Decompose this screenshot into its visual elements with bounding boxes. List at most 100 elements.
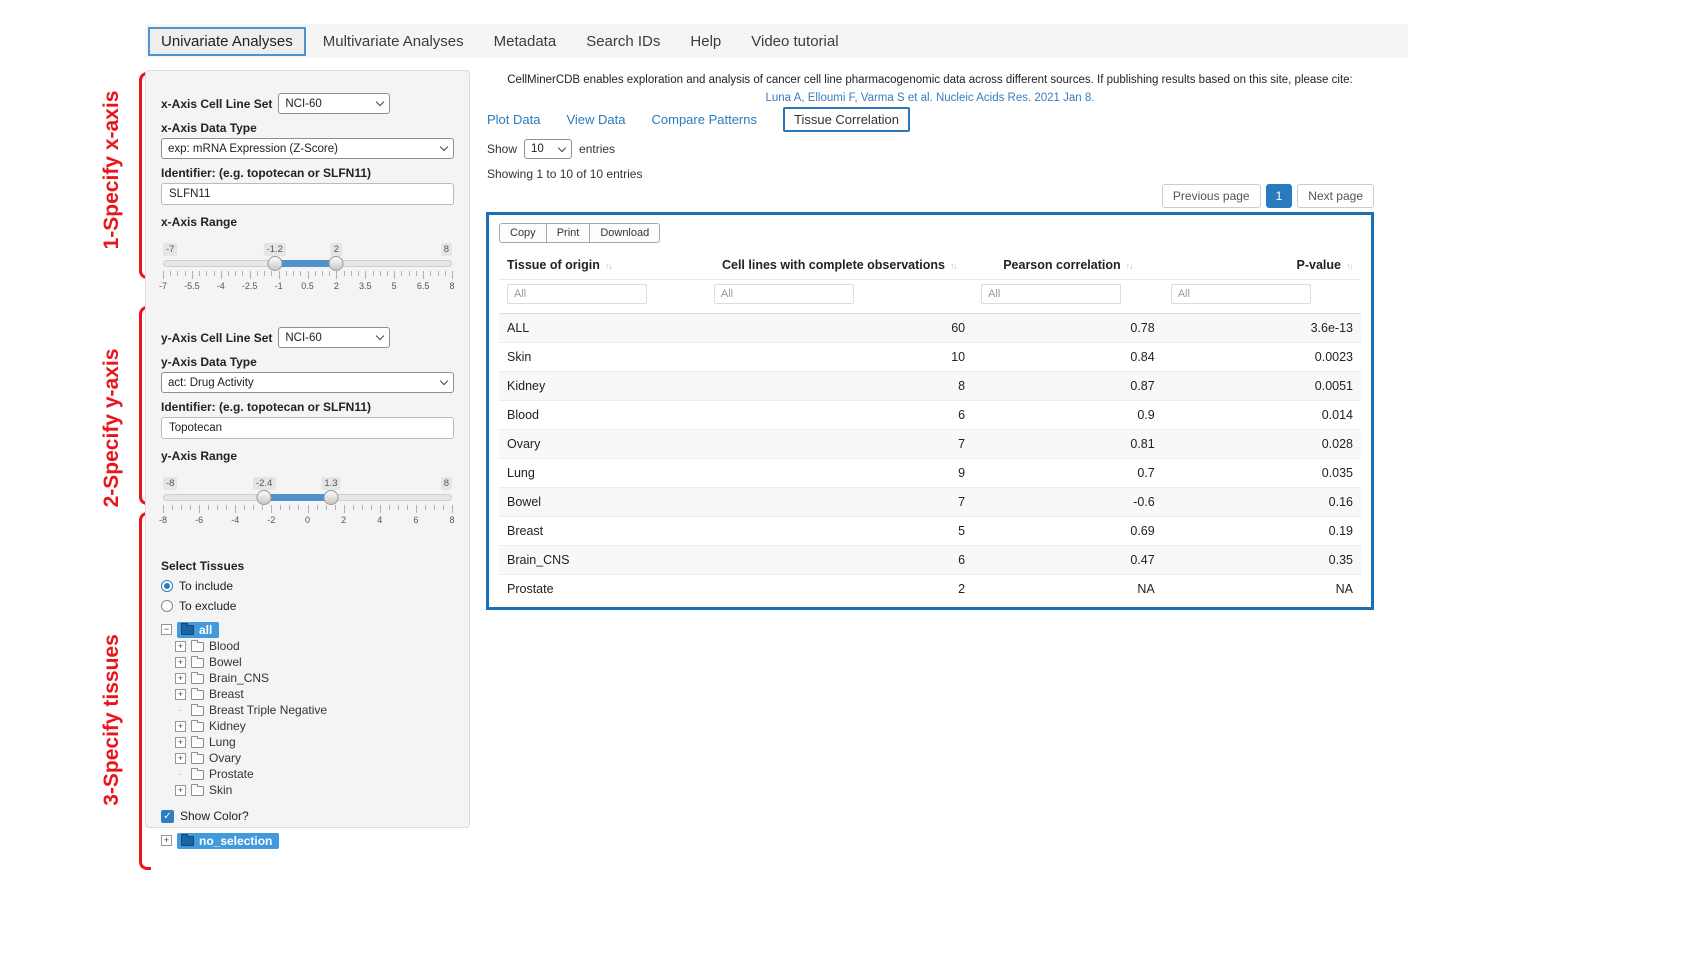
copy-button[interactable]: Copy <box>499 223 547 243</box>
x-axis-range-slider[interactable]: -7 8 -1.2 2 -7-5.5-4-2.5-10.523.556.58 <box>163 255 452 307</box>
slider-tick <box>206 271 207 276</box>
nav-item-help[interactable]: Help <box>677 27 734 56</box>
page-length-select[interactable]: 10 <box>524 139 572 159</box>
tree-item-lung[interactable]: +Lung <box>161 734 454 750</box>
tree-item-brain-cns[interactable]: +Brain_CNS <box>161 670 454 686</box>
slider-tick-label: -4 <box>217 281 225 291</box>
tab-tissue-correlation[interactable]: Tissue Correlation <box>783 107 910 132</box>
folder-icon <box>191 690 204 700</box>
y-data-type-select[interactable]: act: Drug Activity <box>161 372 454 393</box>
expand-icon[interactable]: + <box>175 689 186 700</box>
print-button[interactable]: Print <box>546 223 591 243</box>
slider-tick <box>371 505 372 510</box>
slider-tick <box>315 271 316 276</box>
expand-icon[interactable]: + <box>175 737 186 748</box>
nav-item-video-tutorial[interactable]: Video tutorial <box>738 27 851 56</box>
filter-input-p-value[interactable] <box>1171 284 1311 304</box>
slider-tick <box>344 271 345 276</box>
expand-icon[interactable]: + <box>175 753 186 764</box>
cell-pearson: 0.81 <box>973 430 1163 459</box>
column-header-label: P-value <box>1297 258 1341 272</box>
nav-item-multivariate-analyses[interactable]: Multivariate Analyses <box>310 27 477 56</box>
table-row-lung[interactable]: Lung90.70.035 <box>499 459 1361 488</box>
radio-to-exclude[interactable]: To exclude <box>161 599 454 613</box>
citation-link[interactable]: Luna A, Elloumi F, Varma S et al. Nuclei… <box>486 90 1374 108</box>
column-header-pearson-correlation[interactable]: Pearson correlation↑↓ <box>973 251 1163 280</box>
table-row-ovary[interactable]: Ovary70.810.028 <box>499 430 1361 459</box>
table-row-breast[interactable]: Breast50.690.19 <box>499 517 1361 546</box>
expand-icon[interactable]: + <box>175 673 186 684</box>
download-button[interactable]: Download <box>589 223 660 243</box>
show-color-checkbox[interactable]: ✓ <box>161 810 174 823</box>
slider-tick <box>214 271 215 276</box>
expand-icon[interactable]: + <box>161 835 172 846</box>
y-range-label: y-Axis Range <box>161 449 454 463</box>
cell-cell-lines: 7 <box>706 430 973 459</box>
radio-to-include[interactable]: To include <box>161 579 454 593</box>
slider-selected-range[interactable] <box>264 494 331 501</box>
collapse-icon[interactable]: − <box>161 624 172 635</box>
cell-tissue: Kidney <box>499 372 706 401</box>
cell-cell-lines: 9 <box>706 459 973 488</box>
tab-compare-patterns[interactable]: Compare Patterns <box>652 112 758 127</box>
y-axis-range-slider[interactable]: -8 8 -2.4 1.3 -8-6-4-202468 <box>163 489 452 541</box>
tree-root-all[interactable]: − all <box>161 621 454 638</box>
tab-view-data[interactable]: View Data <box>566 112 625 127</box>
column-header-p-value[interactable]: P-value↑↓ <box>1163 251 1361 280</box>
x-data-type-select[interactable]: exp: mRNA Expression (Z-Score) <box>161 138 454 159</box>
tree-item-bowel[interactable]: + Bowel <box>161 654 454 670</box>
tree-item-blood[interactable]: +Blood <box>161 638 454 654</box>
filter-input-cell-lines-with-complete-observations[interactable] <box>714 284 854 304</box>
table-row-blood[interactable]: Blood60.90.014 <box>499 401 1361 430</box>
table-row-prostate[interactable]: Prostate2NANA <box>499 575 1361 604</box>
nav-item-metadata[interactable]: Metadata <box>481 27 570 56</box>
folder-icon <box>191 722 204 732</box>
expand-icon[interactable]: + <box>175 785 186 796</box>
show-color-label: Show Color? <box>180 809 249 823</box>
slider-tick <box>365 271 366 279</box>
column-header-cell-lines-with-complete-observations[interactable]: Cell lines with complete observations↑↓ <box>706 251 973 280</box>
citation-text: CellMinerCDB enables exploration and ana… <box>486 72 1374 90</box>
cell-p-value: 3.6e-13 <box>1163 314 1361 343</box>
folder-icon <box>191 754 204 764</box>
chevron-down-icon <box>376 98 384 106</box>
y-cell-line-set-select[interactable]: NCI-60 <box>278 327 390 348</box>
filter-input-pearson-correlation[interactable] <box>981 284 1121 304</box>
table-row-bowel[interactable]: Bowel7-0.60.16 <box>499 488 1361 517</box>
folder-icon <box>191 658 204 668</box>
tree-item-breast-triple-negative[interactable]: -Breast Triple Negative <box>161 702 454 718</box>
slider-tick <box>362 505 363 510</box>
expand-icon[interactable]: + <box>175 721 186 732</box>
table-row-skin[interactable]: Skin100.840.0023 <box>499 343 1361 372</box>
nav-item-univariate-analyses[interactable]: Univariate Analyses <box>148 27 306 56</box>
slider-handle-from[interactable] <box>257 490 272 505</box>
tree-item-ovary[interactable]: +Ovary <box>161 750 454 766</box>
tree-item-label: Bowel <box>209 655 242 669</box>
current-page-button[interactable]: 1 <box>1266 184 1293 208</box>
show-color-row[interactable]: ✓ Show Color? <box>161 809 454 823</box>
tree-item-skin[interactable]: +Skin <box>161 782 454 798</box>
expand-icon[interactable]: + <box>175 641 186 652</box>
slider-selected-range[interactable] <box>275 260 337 267</box>
table-row-brain-cns[interactable]: Brain_CNS60.470.35 <box>499 546 1361 575</box>
table-row-all[interactable]: ALL600.783.6e-13 <box>499 314 1361 343</box>
nav-item-search-ids[interactable]: Search IDs <box>573 27 673 56</box>
table-row-kidney[interactable]: Kidney80.870.0051 <box>499 372 1361 401</box>
slider-handle-to[interactable] <box>329 256 344 271</box>
tree-root-no-selection[interactable]: + no_selection <box>161 832 454 849</box>
slider-handle-to[interactable] <box>323 490 338 505</box>
filter-input-tissue-of-origin[interactable] <box>507 284 647 304</box>
y-identifier-input[interactable] <box>161 417 454 439</box>
column-header-tissue-of-origin[interactable]: Tissue of origin↑↓ <box>499 251 706 280</box>
previous-page-button[interactable]: Previous page <box>1162 184 1261 208</box>
x-identifier-input[interactable] <box>161 183 454 205</box>
tree-item-kidney[interactable]: +Kidney <box>161 718 454 734</box>
pagination: Previous page1Next page <box>486 184 1374 208</box>
slider-handle-from[interactable] <box>267 256 282 271</box>
x-cell-line-set-select[interactable]: NCI-60 <box>278 93 390 114</box>
tab-plot-data[interactable]: Plot Data <box>487 112 540 127</box>
tree-item-prostate[interactable]: -Prostate <box>161 766 454 782</box>
next-page-button[interactable]: Next page <box>1297 184 1374 208</box>
expand-icon[interactable]: + <box>175 657 186 668</box>
tree-item-breast[interactable]: +Breast <box>161 686 454 702</box>
